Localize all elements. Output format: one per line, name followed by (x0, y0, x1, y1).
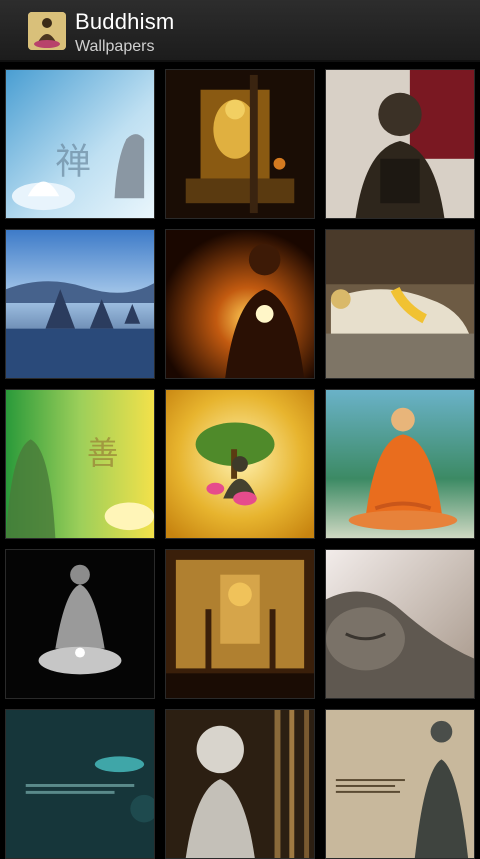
wallpaper-thumbnail-6[interactable] (325, 229, 475, 379)
wallpaper-thumbnail-10[interactable] (5, 549, 155, 699)
wallpaper-thumbnail-14[interactable] (165, 709, 315, 859)
wallpaper-thumbnail-9[interactable] (325, 389, 475, 539)
wallpaper-thumbnail-1[interactable]: 禅 (5, 69, 155, 219)
wallpaper-thumbnail-3[interactable] (325, 69, 475, 219)
wallpaper-grid: 禅 善 (0, 64, 480, 859)
wallpaper-thumbnail-8[interactable] (165, 389, 315, 539)
wallpaper-thumbnail-11[interactable] (165, 549, 315, 699)
wallpaper-thumbnail-4[interactable] (5, 229, 155, 379)
app-subtitle: Wallpapers (75, 38, 155, 55)
wallpaper-thumbnail-15[interactable] (325, 709, 475, 859)
wallpaper-thumbnail-13[interactable] (5, 709, 155, 859)
wallpaper-thumbnail-5[interactable] (165, 229, 315, 379)
wallpaper-thumbnail-2[interactable] (165, 69, 315, 219)
wallpaper-thumbnail-7[interactable]: 善 (5, 389, 155, 539)
svg-text:禅: 禅 (55, 142, 91, 183)
app-icon[interactable] (28, 12, 66, 50)
svg-text:善: 善 (87, 436, 119, 472)
app-title: Buddhism (75, 9, 175, 34)
wallpaper-thumbnail-12[interactable] (325, 549, 475, 699)
action-bar: Buddhism Wallpapers (0, 0, 480, 62)
